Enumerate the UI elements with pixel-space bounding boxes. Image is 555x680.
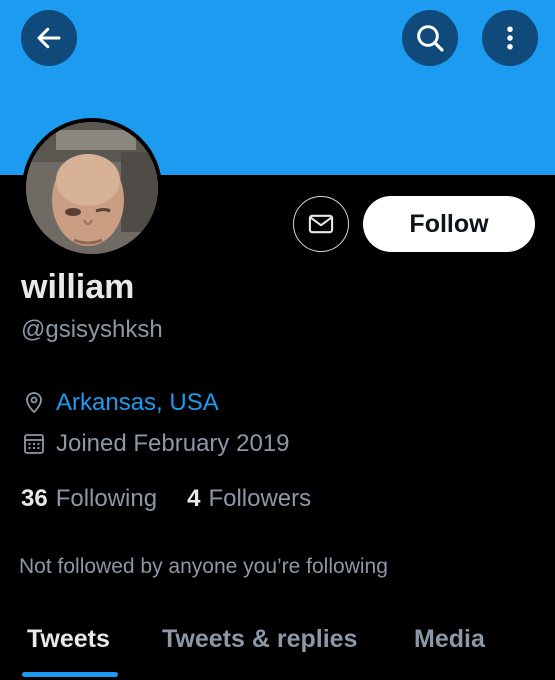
tab-media[interactable]: Media [414,625,485,654]
location-row: Arkansas, USA [22,389,219,417]
follow-stats: 36 Following 4 Followers [21,485,331,513]
more-options-button[interactable] [482,10,538,66]
not-followed-notice: Not followed by anyone you’re following [19,555,388,578]
following-link[interactable]: 36 Following [21,485,157,513]
back-button[interactable] [21,10,77,66]
avatar[interactable] [22,118,162,258]
tab-tweets[interactable]: Tweets [27,625,110,654]
followers-label: Followers [208,485,312,512]
arrow-left-icon [37,27,61,49]
message-button[interactable] [293,196,349,252]
followers-count: 4 [187,485,201,512]
joined-row: Joined February 2019 [22,430,289,458]
following-label: Following [55,485,158,512]
more-vertical-icon [507,26,513,50]
location-pin-icon [22,391,46,415]
active-tab-indicator [22,672,118,677]
location-link[interactable]: Arkansas, USA [56,389,219,417]
calendar-icon [22,432,46,456]
search-icon [417,25,444,52]
profile-tabs: Tweets Tweets & replies Media [0,620,555,680]
followers-link[interactable]: 4 Followers [187,485,311,513]
follow-button[interactable]: Follow [363,196,535,252]
search-button[interactable] [402,10,458,66]
tab-tweets-and-replies[interactable]: Tweets & replies [162,625,357,654]
username-handle: @gsisyshksh [21,316,163,343]
display-name: william [21,268,135,306]
following-count: 36 [21,485,48,512]
envelope-icon [308,214,334,234]
joined-date: Joined February 2019 [56,430,290,457]
avatar-photo [26,122,158,254]
